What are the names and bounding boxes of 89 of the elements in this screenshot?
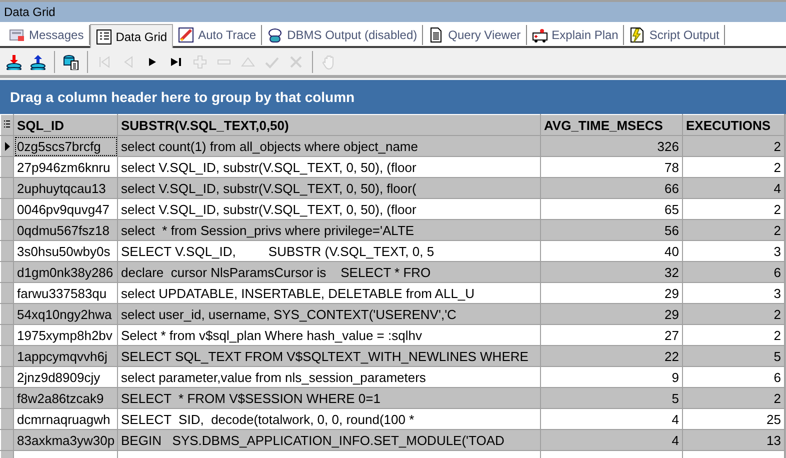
table-cell: 27p946zm6knru — [14, 156, 118, 178]
table-cell: 0zg5scs7brcfg — [14, 136, 118, 156]
row-selector-header[interactable] — [0, 114, 14, 136]
table-cell: 13 — [682, 430, 784, 450]
table-cell: select V.SQL_ID, substr(V.SQL_TEXT, 0, 50), (floor — [118, 156, 540, 178]
table-cell: select UPDATABLE, INSERTABLE, DELETABLE from ALL_U — [118, 282, 540, 304]
table-cell: 2 — [682, 304, 784, 324]
table-cell: 2 — [682, 156, 784, 178]
table-cell: 2 — [682, 388, 784, 408]
table-cell: 5 — [540, 388, 682, 408]
table-cell: 22 — [540, 346, 682, 366]
table-cell: select parameter,value from nls_session_parameters — [118, 366, 540, 388]
document-icon — [428, 27, 444, 43]
table-cell: 1appcymqvvh6j — [14, 346, 118, 366]
table-cell: farwu337583qu — [14, 282, 118, 304]
table-cell: 2 — [682, 136, 784, 156]
upload-database-icon — [30, 54, 46, 70]
table-cell: select count(1) from all_objects where object_name — [118, 136, 540, 156]
lightning-document-icon — [629, 27, 646, 43]
tab[interactable]: Data Grid — [90, 24, 174, 48]
row-selector[interactable] — [0, 136, 14, 156]
table-cell: 65 — [540, 198, 682, 220]
table-cell: 6 — [682, 262, 784, 282]
table-cell: SELECT SID, decode(totalwork, 0, 0, round(100 * — [118, 408, 540, 430]
tab[interactable]: Auto Trace — [173, 25, 262, 45]
table-cell: 9 — [540, 366, 682, 388]
database-clipboard-icon — [63, 54, 79, 70]
tab[interactable]: Messages — [4, 25, 90, 45]
table-cell: 2 — [682, 198, 784, 220]
list-icon — [4, 120, 10, 130]
table-cell: 6 — [682, 366, 784, 388]
table-cell: 3 — [682, 282, 784, 304]
table-cell: select * from Session_privs where privilege='ALTE — [118, 220, 540, 240]
table-cell: Select * from v$sql_plan Where hash_value = :sqlhv — [118, 324, 540, 346]
table-cell: select V.SQL_ID, substr(V.SQL_TEXT, 0, 50), (floor — [118, 198, 540, 220]
table-cell: SELECT V.SQL_ID, SUBSTR (V.SQL_TEXT, 0, 5 — [118, 240, 540, 262]
table-cell: 3 — [682, 240, 784, 262]
tab[interactable]: Explain Plan — [526, 25, 624, 45]
table-cell: d1gm0nk38y286 — [14, 262, 118, 282]
column-header[interactable]: AVG_TIME_MSECS — [540, 114, 682, 136]
table-cell: 0qdmu567fsz18 — [14, 220, 118, 240]
tab[interactable]: DBMS Output (disabled) — [262, 25, 424, 45]
table-cell: 2jnz9d8909cjy — [14, 366, 118, 388]
table-cell: 2 — [682, 324, 784, 346]
table-cell: 25 — [682, 408, 784, 430]
column-header[interactable]: EXECUTIONS — [682, 114, 784, 136]
table-cell: select user_id, username, SYS_CONTEXT('USERENV','C — [118, 304, 540, 324]
table-cell: 4 — [682, 178, 784, 198]
table-cell: 4 — [540, 430, 682, 450]
table-cell: 27 — [540, 324, 682, 346]
download-database-icon — [6, 54, 22, 70]
table-cell: SELECT * FROM V$SESSION WHERE 0=1 — [118, 388, 540, 408]
group-by-panel: Drag a column header here to group by that column — [0, 80, 786, 114]
table-cell: 2 — [682, 220, 784, 240]
table-cell: 78 — [540, 156, 682, 178]
message-icon — [9, 27, 25, 43]
table-cell: 4 — [540, 408, 682, 430]
database-icon — [267, 27, 284, 43]
table-cell: f8w2a86tzcak9 — [14, 388, 118, 408]
table-cell: SELECT SQL_TEXT FROM V$SQLTEXT_WITH_NEWLINES WHERE — [118, 346, 540, 366]
table-cell: 83axkma3yw30p — [14, 430, 118, 450]
table-cell: 54xq10ngy2hwa — [14, 304, 118, 324]
table-cell: 29 — [540, 304, 682, 324]
table-cell: 0046pv9quvg47 — [14, 198, 118, 220]
table-cell: select V.SQL_ID, substr(V.SQL_TEXT, 0, 50), floor( — [118, 178, 540, 198]
table-cell: 56 — [540, 220, 682, 240]
table-cell: 326 — [540, 136, 682, 156]
pencil-icon — [178, 27, 194, 43]
table-cell: 66 — [540, 178, 682, 198]
table-cell: 32 — [540, 262, 682, 282]
table-cell: 29 — [540, 282, 682, 304]
table-cell: declare cursor NlsParamsCursor is SELECT * FRO — [118, 262, 540, 282]
table-cell: 1975xymp8h2bv — [14, 324, 118, 346]
column-header[interactable]: SUBSTR(V.SQL_TEXT,0,50) — [118, 114, 540, 136]
table-cell: 3s0hsu50wby0s — [14, 240, 118, 262]
table-cell: 2uphuytqcau13 — [14, 178, 118, 198]
tab[interactable]: Query Viewer — [423, 25, 527, 45]
cross-icon — [288, 54, 304, 70]
current-row-icon — [4, 142, 10, 150]
column-header[interactable]: SQL_ID — [14, 114, 118, 136]
table-cell: 40 — [540, 240, 682, 262]
tab[interactable]: Script Output — [624, 25, 726, 45]
table-cell: dcmrnaqruagwh — [14, 408, 118, 430]
panel-title: Data Grid — [4, 5, 56, 19]
grid-icon — [96, 28, 112, 44]
table-cell: 5 — [682, 346, 784, 366]
table-cell: BEGIN SYS.DBMS_APPLICATION_INFO.SET_MODULE('TOAD — [118, 430, 540, 450]
plus-icon — [192, 54, 208, 70]
ambulance-icon — [532, 27, 548, 43]
